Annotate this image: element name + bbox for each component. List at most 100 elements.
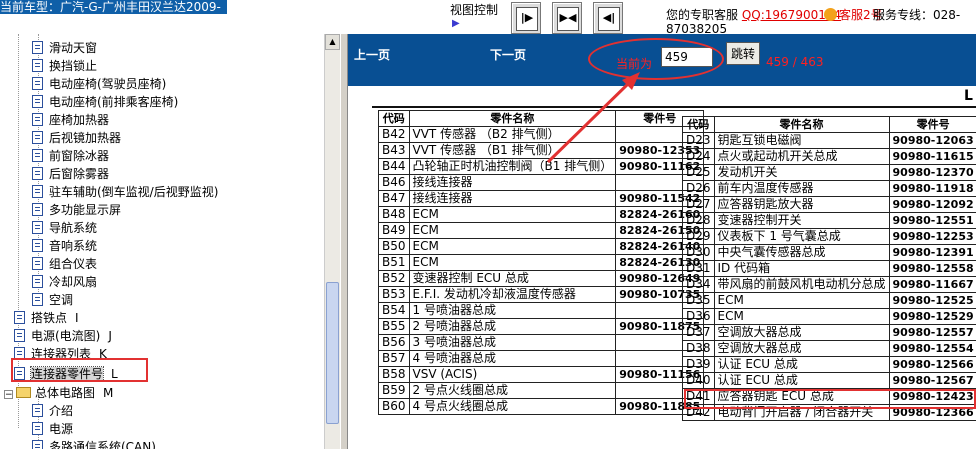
cell-name: ECM bbox=[713, 308, 890, 325]
tree-item[interactable]: 冷却风扇 bbox=[32, 273, 97, 291]
cell-code: B55 bbox=[378, 318, 410, 335]
cell-name: 变速器控制 ECU 总成 bbox=[408, 270, 617, 287]
tree-item[interactable]: 电动座椅(驾驶员座椅) bbox=[32, 75, 166, 93]
cell-name: E.F.I. 发动机冷却液温度传感器 bbox=[408, 286, 617, 303]
cell-name: 4 号喷油器总成 bbox=[408, 350, 617, 367]
table-row: B57 4 号喷油器总成 bbox=[378, 350, 705, 367]
col-pn: 零件号 bbox=[888, 116, 976, 133]
cell-code: B59 bbox=[378, 382, 410, 399]
cell-name: 认证 ECU 总成 bbox=[713, 372, 890, 389]
table-row: D29 仪表板下 1 号气囊总成 90980-12253 bbox=[682, 228, 976, 245]
view-pointer-icon: ▶ bbox=[452, 18, 460, 29]
cell-code: D27 bbox=[682, 196, 715, 213]
tree-item[interactable]: 导航系统 bbox=[32, 219, 97, 237]
view-split-button[interactable]: ▶◀ bbox=[552, 2, 582, 34]
table-row: B42 VVT 传感器 （B2 排气侧） bbox=[378, 126, 705, 143]
cell-name: 接线连接器 bbox=[408, 190, 617, 207]
tree-item[interactable]: 座椅加热器 bbox=[32, 111, 109, 129]
cell-code: B49 bbox=[378, 222, 410, 239]
cell-name: 4 号点火线圈总成 bbox=[408, 398, 617, 415]
highlight-ellipse bbox=[588, 38, 724, 80]
cell-code: D37 bbox=[682, 324, 715, 341]
table-row: D31 ID 代码箱 90980-12558 bbox=[682, 260, 976, 277]
table-row: B53 E.F.I. 发动机冷却液温度传感器 90980-10735 bbox=[378, 286, 705, 303]
tree-item[interactable]: 组合仪表 bbox=[32, 255, 97, 273]
table-row: B60 4 号点火线圈总成 90980-11885 bbox=[378, 398, 705, 415]
cell-code: B47 bbox=[378, 190, 410, 207]
table-row: D39 认证 ECU 总成 90980-12566 bbox=[682, 356, 976, 373]
table-row: D28 变速器控制开关 90980-12551 bbox=[682, 212, 976, 229]
cell-name: 1 号喷油器总成 bbox=[408, 302, 617, 319]
tree-item[interactable]: 介绍 bbox=[32, 402, 73, 420]
document-icon bbox=[32, 203, 43, 216]
hotline: 服务专线：028- bbox=[873, 8, 961, 22]
jump-button[interactable]: 跳转 bbox=[726, 42, 760, 65]
document-icon bbox=[32, 41, 43, 54]
tree-scrollbar[interactable]: ▲ bbox=[324, 34, 340, 449]
table-row: B46 接线连接器 bbox=[378, 174, 705, 191]
document-icon bbox=[32, 59, 43, 72]
cell-name: 前车内温度传感器 bbox=[713, 180, 890, 197]
pane-splitter[interactable] bbox=[340, 34, 348, 449]
collapse-icon[interactable]: − bbox=[4, 390, 13, 400]
table-row: B51 ECM 82824-26130 bbox=[378, 254, 705, 271]
scroll-thumb[interactable] bbox=[326, 282, 339, 424]
cell-code: B54 bbox=[378, 302, 410, 319]
tree-item[interactable]: 后窗除雾器 bbox=[32, 165, 109, 183]
cell-code: D35 bbox=[682, 292, 715, 309]
table-row: B58 VSV (ACIS) 90980-11156 bbox=[378, 366, 705, 383]
cell-code: D23 bbox=[682, 132, 715, 149]
tree-item[interactable]: 驻车辅助(倒车监视/后视野监视) bbox=[32, 183, 218, 201]
table-row: D37 空调放大器总成 90980-12557 bbox=[682, 324, 976, 341]
table-row: B48 ECM 82824-26160 bbox=[378, 206, 705, 223]
prev-page-link[interactable]: 上一页 bbox=[354, 46, 390, 63]
cell-name: VSV (ACIS) bbox=[408, 366, 617, 383]
user-icon bbox=[824, 8, 837, 21]
cell-pn: 90980-12092 bbox=[888, 196, 976, 213]
tree-item[interactable]: 多功能显示屏 bbox=[32, 201, 121, 219]
col-code: 代码 bbox=[378, 110, 410, 127]
tree-item[interactable]: 后视镜加热器 bbox=[32, 129, 121, 147]
tree-item[interactable]: 多路通信系统(CAN) bbox=[32, 438, 156, 449]
cell-code: D24 bbox=[682, 148, 715, 165]
tree-item-power[interactable]: 电源(电流图) J bbox=[14, 327, 112, 345]
cell-code: D29 bbox=[682, 228, 715, 245]
cell-code: B44 bbox=[378, 158, 410, 175]
document-icon bbox=[32, 221, 43, 234]
section-letter: L bbox=[964, 88, 973, 104]
cell-code: B56 bbox=[378, 334, 410, 351]
service-label: 您的专职客服 bbox=[666, 8, 739, 22]
parts-table-left: 代码 零件名称 零件号 B42 VVT 传感器 （B2 排气侧） B43 VVT 传感… bbox=[378, 110, 705, 415]
table-row: B44 凸轮轴正时机油控制阀（B1 排气侧） 90980-11162 bbox=[378, 158, 705, 175]
cell-name: ECM bbox=[408, 222, 617, 239]
tree-item[interactable]: 换挡锁止 bbox=[32, 57, 97, 75]
service-info: 您的专职客服 QQ:1967900174 bbox=[666, 6, 841, 23]
cell-code: D26 bbox=[682, 180, 715, 197]
table-row: B54 1 号喷油器总成 bbox=[378, 302, 705, 319]
tree-item[interactable]: 滑动天窗 bbox=[32, 39, 97, 57]
tree-item[interactable]: 电动座椅(前排乘客座椅) bbox=[32, 93, 178, 111]
table-row: B55 2 号喷油器总成 90980-11875 bbox=[378, 318, 705, 335]
document-icon bbox=[14, 329, 25, 342]
tree-item-ground-points[interactable]: 搭铁点 I bbox=[14, 309, 79, 327]
cell-name: 变速器控制开关 bbox=[713, 212, 890, 229]
document-icon bbox=[32, 113, 43, 126]
tree-item[interactable]: 空调 bbox=[32, 291, 73, 309]
document-icon bbox=[32, 404, 43, 417]
tree-item[interactable]: 前窗除冰器 bbox=[32, 147, 109, 165]
document-page: L 代码 零件名称 零件号 B42 VVT 传感器 （B2 排气侧） B43 VVT … bbox=[348, 86, 976, 449]
cell-name: ECM bbox=[408, 206, 617, 223]
view-right-pane-button[interactable]: ◀| bbox=[593, 2, 623, 34]
next-page-link[interactable]: 下一页 bbox=[490, 46, 526, 63]
cell-pn: 90980-12551 bbox=[888, 212, 976, 229]
tree-item[interactable]: 音响系统 bbox=[32, 237, 97, 255]
view-left-pane-button[interactable]: |▶ bbox=[511, 2, 541, 34]
cell-pn: 90980-12566 bbox=[888, 356, 976, 373]
tree-folder-overall-circuit[interactable]: − 总体电路图 M bbox=[4, 384, 113, 402]
scroll-up-icon[interactable]: ▲ bbox=[325, 34, 340, 50]
tree-item[interactable]: 电源 bbox=[32, 420, 73, 438]
table-row: D40 认证 ECU 总成 90980-12567 bbox=[682, 372, 976, 389]
cell-name: 接线连接器 bbox=[408, 174, 617, 191]
cell-name: 3 号喷油器总成 bbox=[408, 334, 617, 351]
cell-code: D36 bbox=[682, 308, 715, 325]
